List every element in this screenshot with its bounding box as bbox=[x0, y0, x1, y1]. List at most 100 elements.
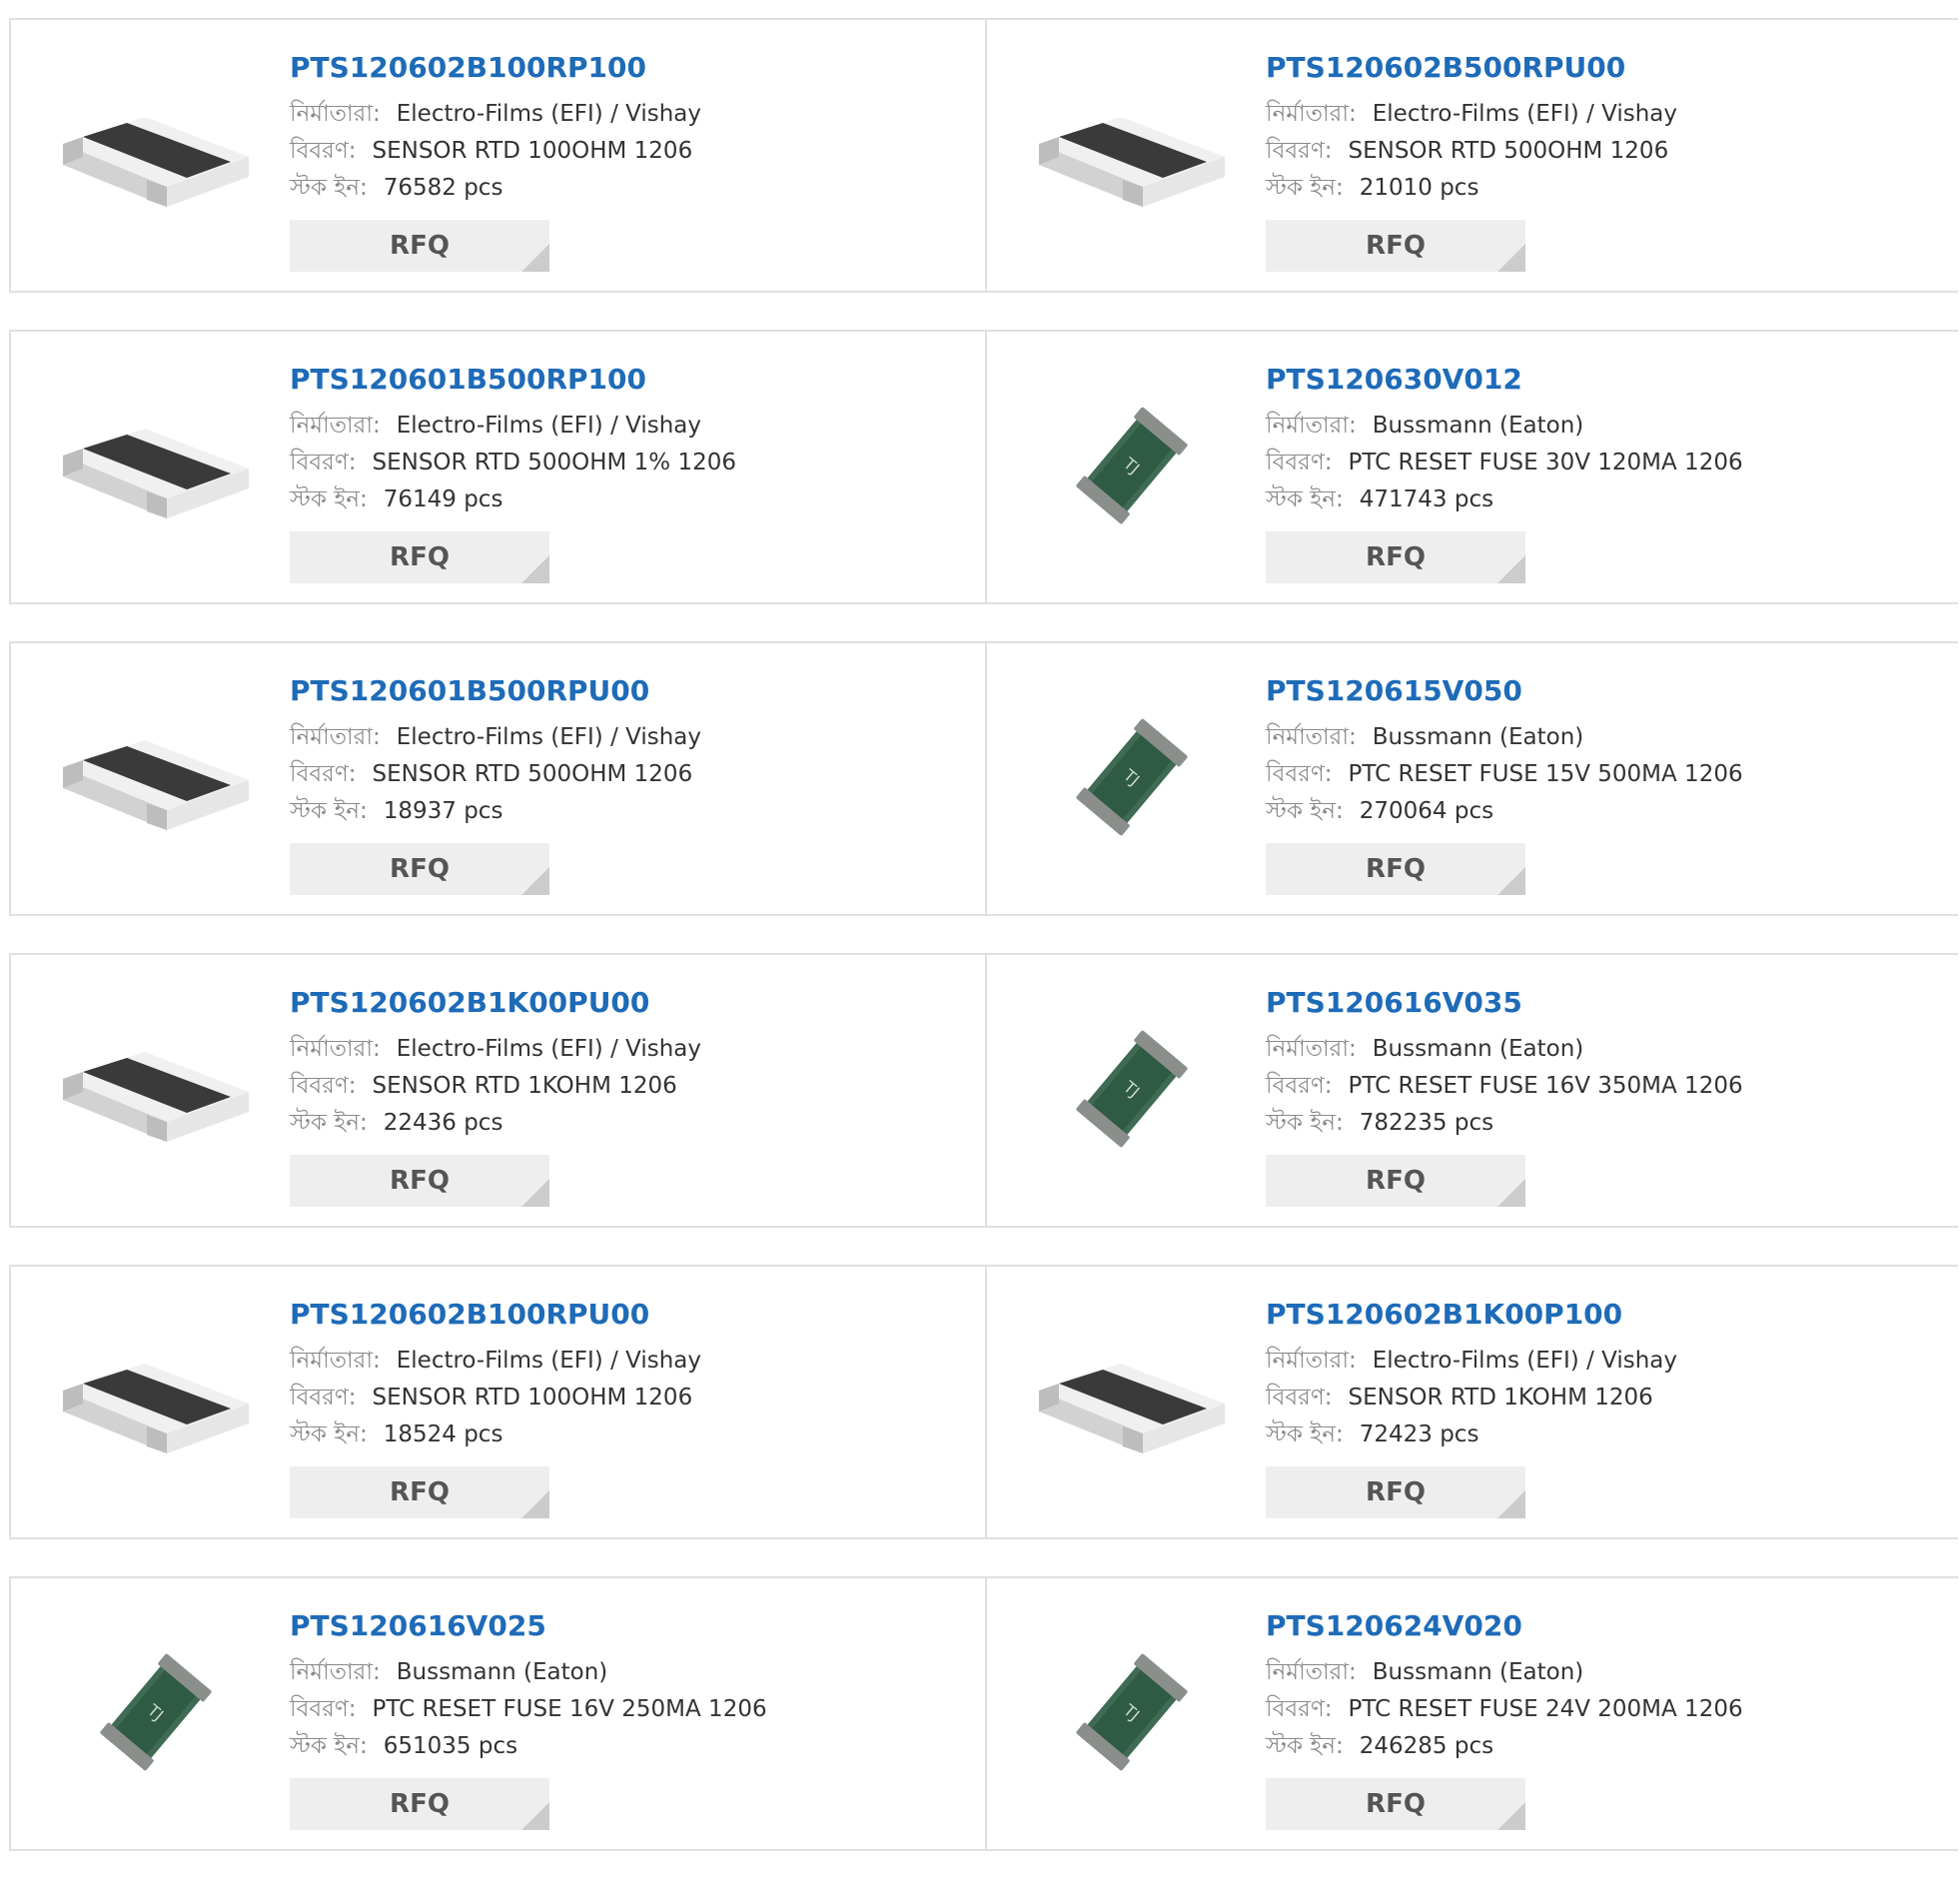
manufacturer-value: Electro-Films (EFI) / Vishay bbox=[396, 1348, 702, 1374]
rfq-button[interactable]: RFQ bbox=[1266, 843, 1525, 895]
product-card: PTS120602B1K00P100 নির্মাতারা: Electro-Fi… bbox=[985, 1265, 1958, 1539]
manufacturer-line: নির্মাতারা: Electro-Films (EFI) / Vishay bbox=[290, 408, 975, 445]
corner-triangle-icon bbox=[521, 555, 549, 583]
product-card: PTS120602B100RP100 নির্মাতারা: Electro-Fi… bbox=[9, 18, 987, 293]
description-value: PTC RESET FUSE 16V 350MA 1206 bbox=[1348, 1073, 1743, 1099]
rtd-sensor-chip-icon[interactable] bbox=[56, 677, 256, 877]
part-number-link[interactable]: PTS120616V025 bbox=[290, 1608, 975, 1644]
rfq-button[interactable]: RFQ bbox=[290, 220, 549, 272]
manufacturer-value: Electro-Films (EFI) / Vishay bbox=[396, 101, 702, 127]
manufacturer-value: Electro-Films (EFI) / Vishay bbox=[1372, 1348, 1678, 1374]
manufacturer-label: নির্মাতারা: bbox=[1266, 413, 1357, 439]
manufacturer-line: নির্মাতারা: Bussmann (Eaton) bbox=[1266, 719, 1948, 756]
description-label: বিবরণ: bbox=[290, 450, 357, 475]
description-line: বিবরণ: SENSOR RTD 1KOHM 1206 bbox=[1266, 1380, 1948, 1416]
corner-triangle-icon bbox=[521, 1179, 549, 1207]
description-label: বিবরণ: bbox=[1266, 138, 1333, 164]
description-label: বিবরণ: bbox=[290, 761, 357, 787]
rfq-label: RFQ bbox=[1366, 854, 1426, 884]
stock-line: স্টক ইন: 22436 pcs bbox=[290, 1105, 975, 1142]
part-number-link[interactable]: PTS120615V050 bbox=[1266, 673, 1948, 709]
stock-label: স্টক ইন: bbox=[290, 798, 368, 824]
product-row: PTS120601B500RP100 নির্মাতারা: Electro-Fi… bbox=[9, 330, 1960, 604]
manufacturer-line: নির্মাতারা: Bussmann (Eaton) bbox=[1266, 408, 1948, 445]
rfq-button[interactable]: RFQ bbox=[1266, 1778, 1525, 1830]
manufacturer-value: Electro-Films (EFI) / Vishay bbox=[396, 724, 702, 750]
ptc-fuse-chip-icon[interactable]: TJ bbox=[1032, 677, 1232, 877]
product-card: TJ PTS120615V050 নির্মাতারা: Bussmann (Ea… bbox=[985, 641, 1958, 916]
description-label: বিবরণ: bbox=[1266, 1073, 1333, 1099]
product-card: PTS120602B1K00PU00 নির্মাতারা: Electro-Fi… bbox=[9, 953, 987, 1228]
rfq-label: RFQ bbox=[1366, 231, 1426, 261]
stock-line: স্টক ইন: 76582 pcs bbox=[290, 170, 975, 207]
manufacturer-value: Electro-Films (EFI) / Vishay bbox=[396, 413, 702, 439]
rtd-sensor-chip-icon[interactable] bbox=[56, 1301, 256, 1500]
description-value: PTC RESET FUSE 30V 120MA 1206 bbox=[1348, 450, 1743, 475]
rfq-button[interactable]: RFQ bbox=[1266, 220, 1525, 272]
corner-triangle-icon bbox=[1497, 1802, 1525, 1830]
description-line: বিবরণ: SENSOR RTD 100OHM 1206 bbox=[290, 133, 975, 170]
manufacturer-label: নির্মাতারা: bbox=[290, 1659, 381, 1685]
part-number-link[interactable]: PTS120624V020 bbox=[1266, 1608, 1948, 1644]
rfq-button[interactable]: RFQ bbox=[1266, 1155, 1525, 1207]
part-number-link[interactable]: PTS120602B1K00P100 bbox=[1266, 1297, 1948, 1333]
rfq-label: RFQ bbox=[1366, 1166, 1426, 1196]
corner-triangle-icon bbox=[1497, 244, 1525, 272]
product-card: TJ PTS120616V025 নির্মাতারা: Bussmann (Ea… bbox=[9, 1576, 987, 1851]
description-line: বিবরণ: SENSOR RTD 1KOHM 1206 bbox=[290, 1068, 975, 1105]
description-value: SENSOR RTD 1KOHM 1206 bbox=[1348, 1385, 1653, 1411]
description-value: SENSOR RTD 500OHM 1% 1206 bbox=[372, 450, 737, 475]
stock-label: স্টক ইন: bbox=[290, 486, 368, 512]
part-number-link[interactable]: PTS120630V012 bbox=[1266, 362, 1948, 398]
rtd-sensor-chip-icon[interactable] bbox=[1032, 54, 1232, 254]
ptc-fuse-chip-icon[interactable]: TJ bbox=[56, 1612, 256, 1812]
stock-value: 76149 pcs bbox=[383, 486, 503, 512]
rfq-button[interactable]: RFQ bbox=[1266, 1466, 1525, 1518]
manufacturer-line: নির্মাতারা: Electro-Films (EFI) / Vishay bbox=[290, 1343, 975, 1380]
manufacturer-value: Bussmann (Eaton) bbox=[1372, 1036, 1584, 1062]
manufacturer-label: নির্মাতারা: bbox=[290, 101, 381, 127]
ptc-fuse-chip-icon[interactable]: TJ bbox=[1032, 366, 1232, 565]
description-label: বিবরণ: bbox=[1266, 1696, 1333, 1722]
rfq-label: RFQ bbox=[1366, 542, 1426, 572]
stock-line: স্টক ইন: 270064 pcs bbox=[1266, 793, 1948, 830]
stock-line: স্টক ইন: 72423 pcs bbox=[1266, 1416, 1948, 1453]
part-number-link[interactable]: PTS120602B100RP100 bbox=[290, 50, 975, 86]
rfq-button[interactable]: RFQ bbox=[290, 1466, 549, 1518]
part-number-link[interactable]: PTS120601B500RPU00 bbox=[290, 673, 975, 709]
stock-line: স্টক ইন: 21010 pcs bbox=[1266, 170, 1948, 207]
description-line: বিবরণ: SENSOR RTD 500OHM 1% 1206 bbox=[290, 445, 975, 481]
description-label: বিবরণ: bbox=[290, 1385, 357, 1411]
stock-label: স্টক ইন: bbox=[1266, 175, 1344, 201]
description-value: SENSOR RTD 500OHM 1206 bbox=[372, 761, 693, 787]
ptc-fuse-chip-icon[interactable]: TJ bbox=[1032, 989, 1232, 1189]
rtd-sensor-chip-icon[interactable] bbox=[56, 54, 256, 254]
product-card: PTS120602B100RPU00 নির্মাতারা: Electro-Fi… bbox=[9, 1265, 987, 1539]
rfq-button[interactable]: RFQ bbox=[290, 843, 549, 895]
product-info: PTS120624V020 নির্মাতারা: Bussmann (Eaton… bbox=[1266, 1608, 1948, 1830]
manufacturer-label: নির্মাতারা: bbox=[1266, 1036, 1357, 1062]
rfq-button[interactable]: RFQ bbox=[290, 1155, 549, 1207]
description-line: বিবরণ: PTC RESET FUSE 24V 200MA 1206 bbox=[1266, 1691, 1948, 1728]
part-number-link[interactable]: PTS120602B1K00PU00 bbox=[290, 985, 975, 1021]
part-number-link[interactable]: PTS120602B100RPU00 bbox=[290, 1297, 975, 1333]
product-grid: PTS120602B100RP100 নির্মাতারা: Electro-Fi… bbox=[9, 18, 1960, 1888]
rfq-button[interactable]: RFQ bbox=[1266, 531, 1525, 583]
manufacturer-label: নির্মাতারা: bbox=[290, 724, 381, 750]
stock-label: স্টক ইন: bbox=[1266, 798, 1344, 824]
manufacturer-line: নির্মাতারা: Bussmann (Eaton) bbox=[1266, 1031, 1948, 1068]
corner-triangle-icon bbox=[1497, 1179, 1525, 1207]
part-number-link[interactable]: PTS120616V035 bbox=[1266, 985, 1948, 1021]
rtd-sensor-chip-icon[interactable] bbox=[56, 989, 256, 1189]
stock-line: স্টক ইন: 18937 pcs bbox=[290, 793, 975, 830]
ptc-fuse-chip-icon[interactable]: TJ bbox=[1032, 1612, 1232, 1812]
rtd-sensor-chip-icon[interactable] bbox=[1032, 1301, 1232, 1500]
product-info: PTS120602B500RPU00 নির্মাতারা: Electro-Fi… bbox=[1266, 50, 1948, 272]
rfq-button[interactable]: RFQ bbox=[290, 1778, 549, 1830]
product-card: TJ PTS120624V020 নির্মাতারা: Bussmann (Ea… bbox=[985, 1576, 1958, 1851]
part-number-link[interactable]: PTS120601B500RP100 bbox=[290, 362, 975, 398]
rfq-button[interactable]: RFQ bbox=[290, 531, 549, 583]
stock-label: স্টক ইন: bbox=[290, 1733, 368, 1759]
part-number-link[interactable]: PTS120602B500RPU00 bbox=[1266, 50, 1948, 86]
rtd-sensor-chip-icon[interactable] bbox=[56, 366, 256, 565]
